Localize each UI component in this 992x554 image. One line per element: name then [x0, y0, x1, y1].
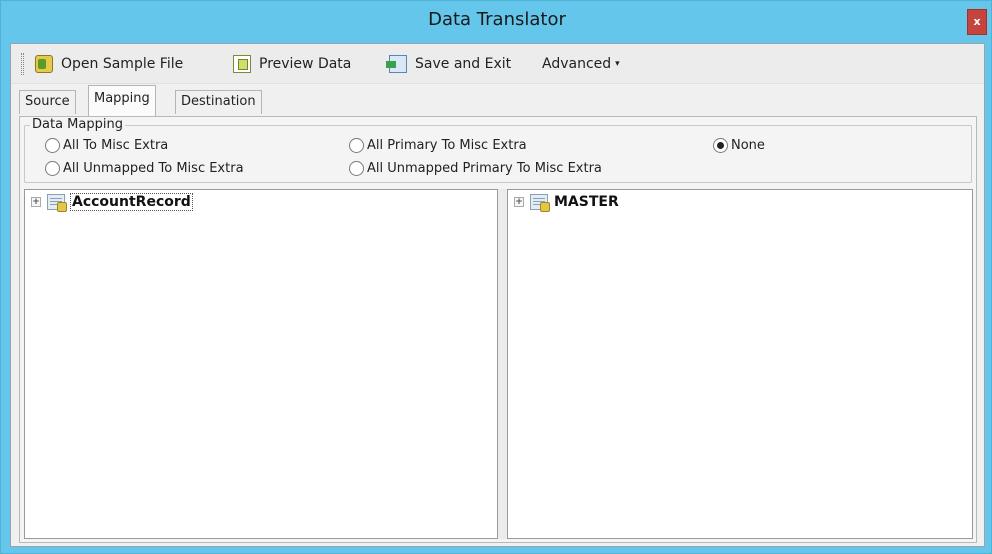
- tree-node-master[interactable]: + MASTER: [514, 194, 619, 212]
- data-mapping-group: Data Mapping All To Misc Extra All Prima…: [24, 117, 972, 183]
- preview-data-label: Preview Data: [259, 56, 352, 72]
- source-tree-view[interactable]: + AccountRecord: [24, 189, 498, 539]
- toolbar-grip[interactable]: [21, 53, 24, 75]
- expand-icon[interactable]: +: [31, 197, 41, 207]
- tab-destination[interactable]: Destination: [175, 90, 262, 114]
- record-icon: [530, 194, 550, 212]
- radio-all-unmapped-to-misc-extra[interactable]: All Unmapped To Misc Extra: [45, 161, 244, 176]
- radio-button-icon: [349, 161, 364, 176]
- tab-mapping[interactable]: Mapping: [88, 85, 156, 116]
- radio-label: None: [731, 138, 765, 153]
- tree-node-label: AccountRecord: [70, 193, 193, 211]
- tree-splitter[interactable]: [498, 189, 507, 539]
- advanced-menu-button[interactable]: Advanced ▾: [542, 53, 620, 75]
- radio-label: All Unmapped Primary To Misc Extra: [367, 161, 602, 176]
- tree-node-accountrecord[interactable]: + AccountRecord: [31, 193, 193, 212]
- tree-node-label: MASTER: [554, 194, 619, 210]
- radio-all-unmapped-primary-to-misc-extra[interactable]: All Unmapped Primary To Misc Extra: [349, 161, 602, 176]
- record-icon: [47, 194, 67, 212]
- radio-label: All Unmapped To Misc Extra: [63, 161, 244, 176]
- radio-label: All To Misc Extra: [63, 138, 169, 153]
- dropdown-caret-icon: ▾: [615, 59, 620, 69]
- radio-button-icon: [45, 138, 60, 153]
- close-button[interactable]: x: [967, 9, 987, 35]
- radio-label: All Primary To Misc Extra: [367, 138, 527, 153]
- data-translator-window: Data Translator x Open Sample File Previ…: [0, 0, 992, 554]
- open-sample-file-icon: [35, 55, 53, 73]
- radio-all-primary-to-misc-extra[interactable]: All Primary To Misc Extra: [349, 138, 527, 153]
- destination-tree-view[interactable]: + MASTER: [507, 189, 973, 539]
- expand-icon[interactable]: +: [514, 197, 524, 207]
- advanced-label: Advanced: [542, 56, 612, 72]
- title-bar[interactable]: Data Translator x: [1, 1, 992, 43]
- save-and-exit-label: Save and Exit: [415, 56, 512, 72]
- toolbar: Open Sample File Preview Data Save and E…: [11, 44, 984, 84]
- mapping-tab-panel: Data Mapping All To Misc Extra All Prima…: [19, 116, 977, 543]
- radio-none[interactable]: None: [713, 138, 765, 153]
- radio-all-to-misc-extra[interactable]: All To Misc Extra: [45, 138, 168, 153]
- radio-button-icon: [349, 138, 364, 153]
- tab-source[interactable]: Source: [19, 90, 76, 114]
- save-and-exit-icon: [386, 55, 407, 73]
- save-and-exit-button[interactable]: Save and Exit: [386, 53, 512, 75]
- open-sample-file-button[interactable]: Open Sample File: [35, 53, 183, 75]
- data-mapping-group-title: Data Mapping: [30, 117, 125, 132]
- preview-data-icon: [233, 55, 251, 73]
- preview-data-button[interactable]: Preview Data: [233, 53, 351, 75]
- radio-button-icon: [45, 161, 60, 176]
- radio-button-selected-icon: [713, 138, 728, 153]
- open-sample-file-label: Open Sample File: [61, 56, 184, 72]
- window-title: Data Translator: [428, 9, 566, 30]
- client-area: Open Sample File Preview Data Save and E…: [10, 43, 985, 547]
